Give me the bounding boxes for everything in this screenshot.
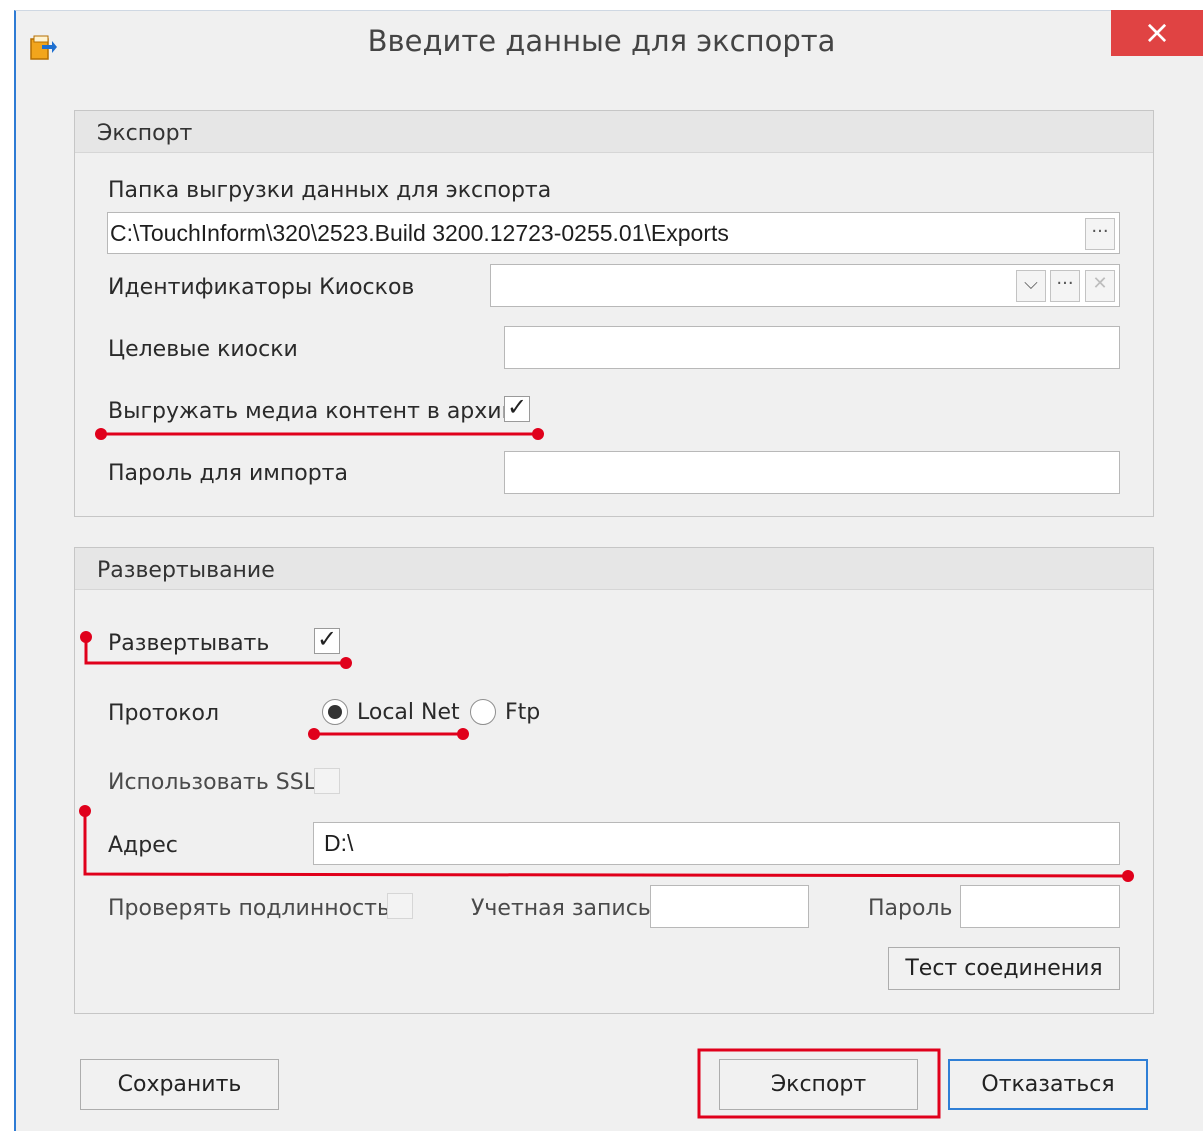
chevron-down-icon: ⌵ bbox=[1024, 273, 1038, 294]
ssl-label: Использовать SSL bbox=[108, 770, 316, 795]
auth-label: Проверять подлинность bbox=[108, 896, 390, 921]
kiosk-ids-label: Идентификаторы Киосков bbox=[108, 275, 415, 300]
password-input[interactable] bbox=[960, 885, 1120, 928]
radio-selected-dot bbox=[328, 705, 342, 719]
protocol-ftp-label[interactable]: Ftp bbox=[505, 700, 540, 725]
kiosk-ids-clear-button[interactable]: ✕ bbox=[1085, 270, 1115, 302]
export-group-title: Экспорт bbox=[97, 121, 193, 146]
media-archive-label: Выгружать медиа контент в архив bbox=[108, 399, 515, 424]
checkmark-icon: ✓ bbox=[507, 393, 528, 421]
checkmark-icon: ✓ bbox=[317, 625, 338, 653]
auth-checkbox[interactable] bbox=[387, 893, 413, 919]
account-input[interactable] bbox=[650, 885, 809, 928]
ellipsis-icon: ··· bbox=[1056, 273, 1074, 294]
protocol-label: Протокол bbox=[108, 701, 220, 726]
deploy-checkbox[interactable]: ✓ bbox=[314, 625, 340, 654]
save-button[interactable]: Сохранить bbox=[80, 1059, 279, 1110]
export-group-header: Экспорт bbox=[75, 111, 1153, 153]
target-kiosks-input[interactable] bbox=[504, 326, 1120, 369]
close-icon: × bbox=[1143, 13, 1171, 51]
export-folder-input[interactable]: C:\TouchInform\320\2523.Build 3200.12723… bbox=[107, 212, 1120, 254]
cancel-button[interactable]: Отказаться bbox=[948, 1059, 1148, 1110]
protocol-localnet-label[interactable]: Local Net bbox=[357, 700, 460, 725]
export-button[interactable]: Экспорт bbox=[719, 1059, 918, 1110]
close-button[interactable]: × bbox=[1111, 10, 1203, 56]
password-label: Пароль bbox=[868, 896, 953, 921]
address-input[interactable]: D:\ bbox=[313, 822, 1120, 865]
import-password-label: Пароль для импорта bbox=[108, 461, 348, 486]
deploy-group-title: Развертывание bbox=[97, 558, 275, 583]
target-kiosks-label: Целевые киоски bbox=[108, 337, 298, 362]
ellipsis-icon: ··· bbox=[1091, 221, 1109, 242]
account-label: Учетная запись bbox=[471, 896, 651, 921]
media-archive-checkbox[interactable]: ✓ bbox=[504, 393, 530, 422]
kiosk-ids-dropdown-button[interactable]: ⌵ bbox=[1016, 270, 1046, 302]
protocol-localnet-radio[interactable] bbox=[322, 699, 348, 725]
browse-folder-button[interactable]: ··· bbox=[1085, 218, 1115, 250]
kiosk-ids-browse-button[interactable]: ··· bbox=[1050, 270, 1080, 302]
protocol-ftp-radio[interactable] bbox=[470, 699, 496, 725]
export-folder-label: Папка выгрузки данных для экспорта bbox=[108, 178, 552, 203]
dialog-title: Введите данные для экспорта bbox=[367, 24, 836, 58]
test-connection-button[interactable]: Тест соединения bbox=[888, 947, 1120, 990]
address-label: Адрес bbox=[108, 833, 178, 858]
deploy-label: Развертывать bbox=[108, 631, 270, 656]
clear-icon: ✕ bbox=[1092, 273, 1108, 294]
ssl-checkbox[interactable] bbox=[314, 768, 340, 794]
deploy-group-header: Развертывание bbox=[75, 548, 1153, 590]
import-password-input[interactable] bbox=[504, 451, 1120, 494]
